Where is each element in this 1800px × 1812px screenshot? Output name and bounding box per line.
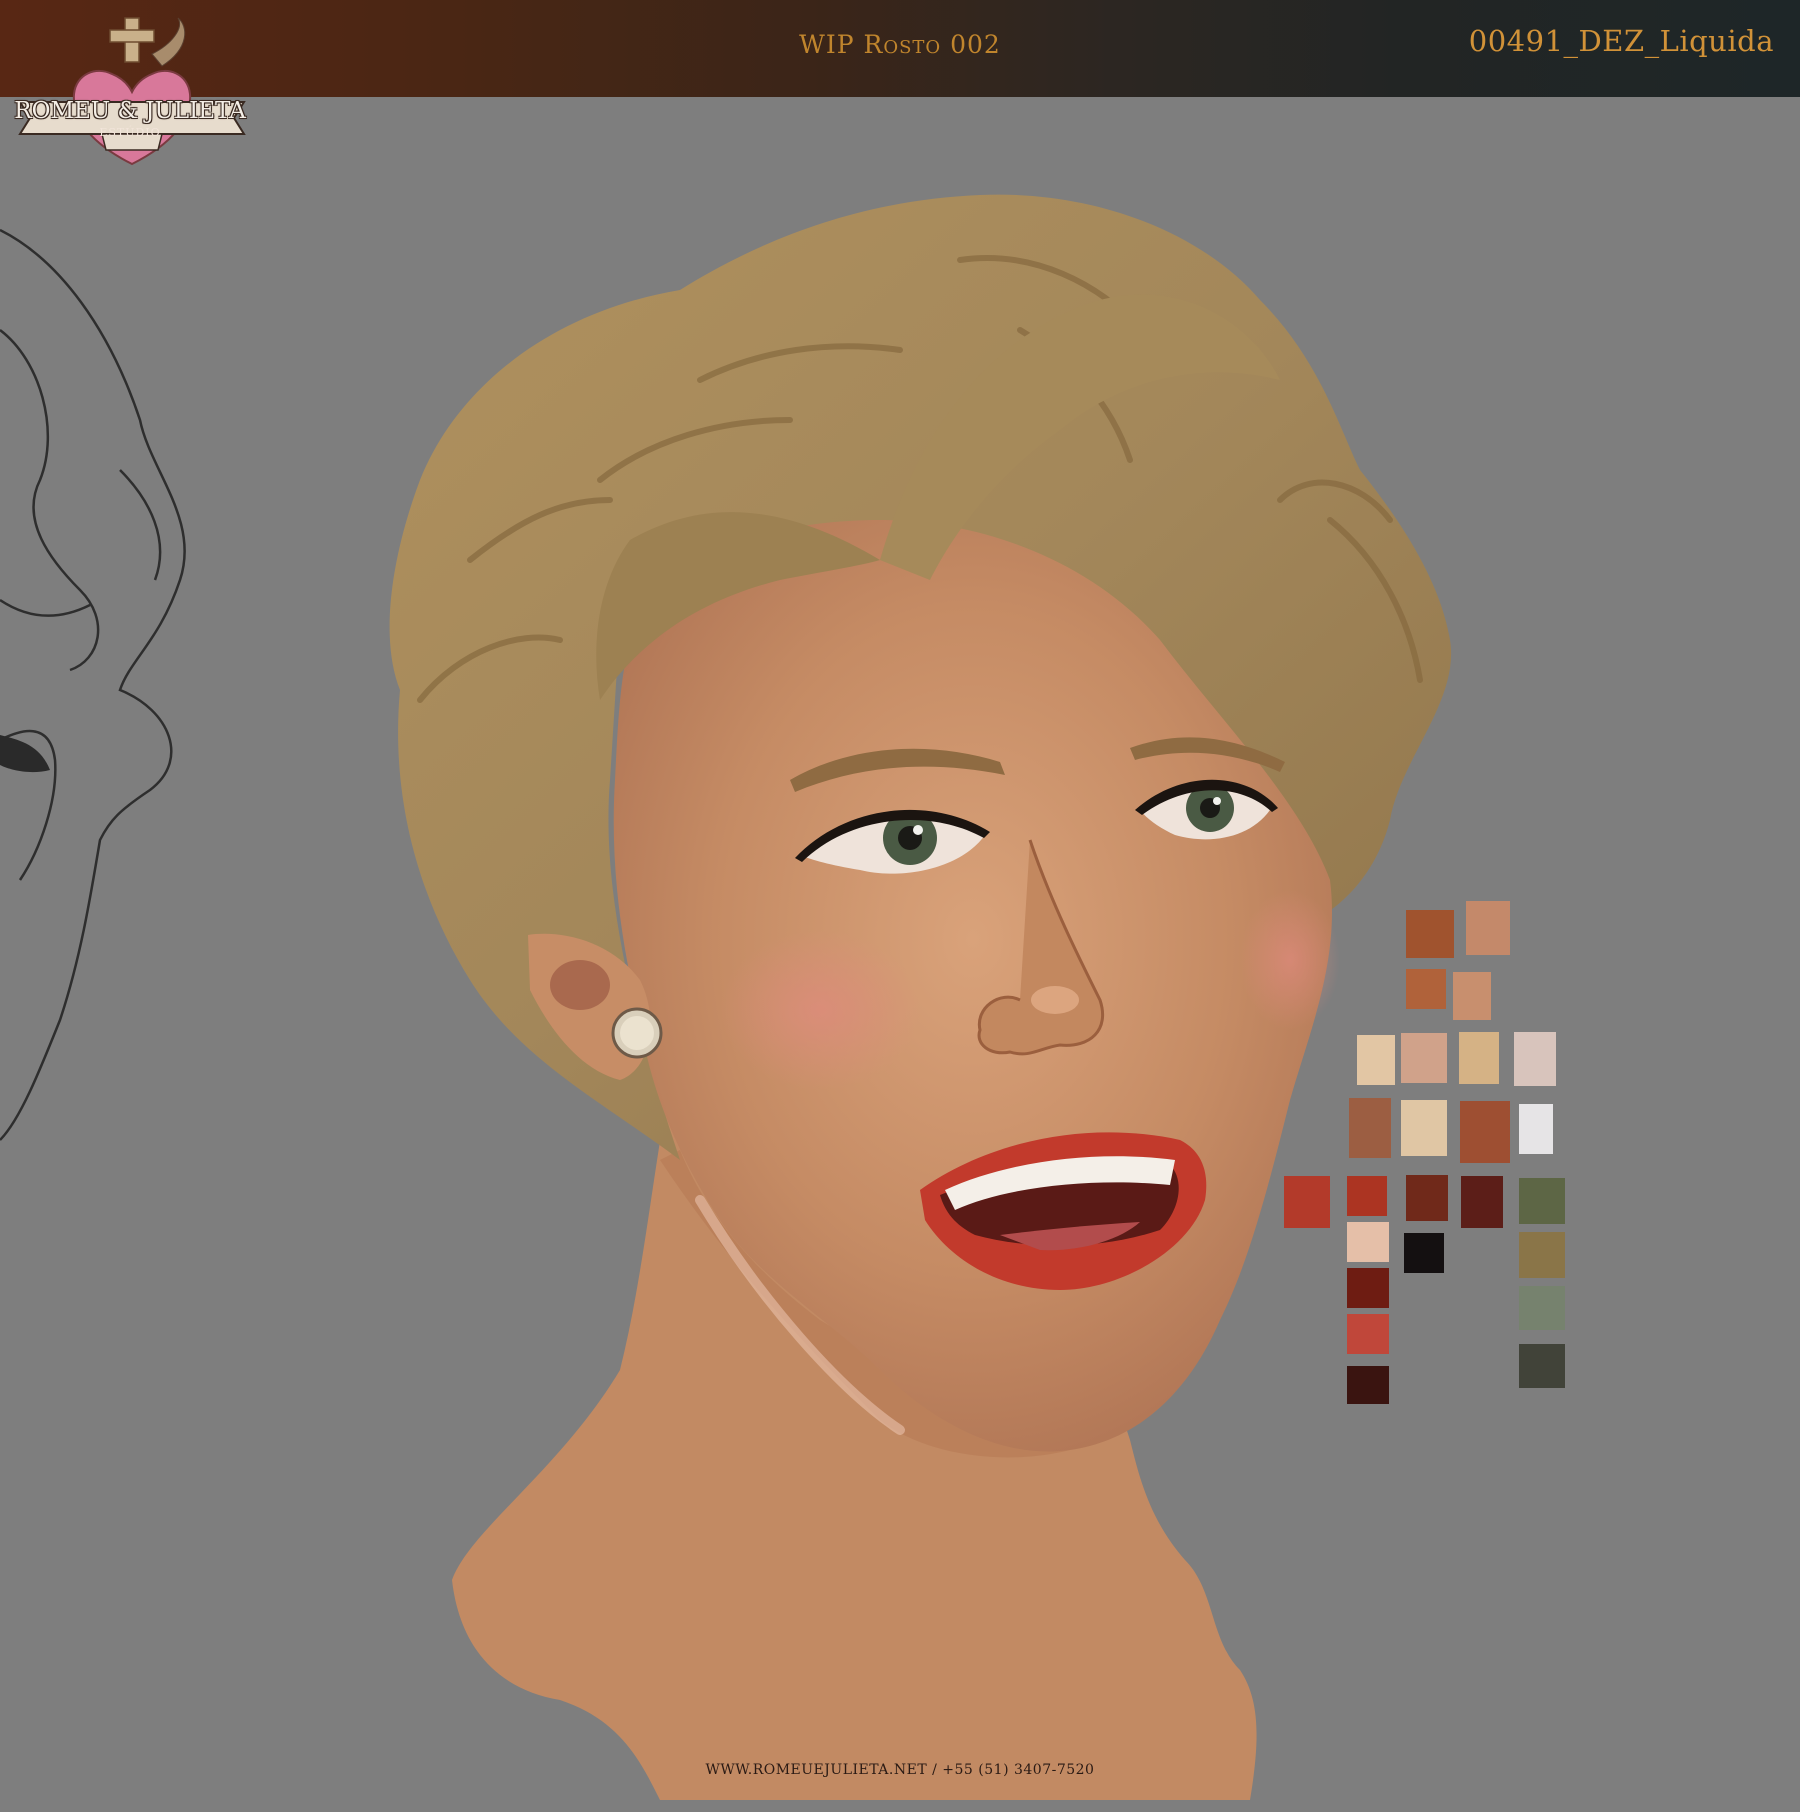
pencil-sketch bbox=[0, 228, 186, 1141]
logo-subtitle: ESTÚDIO bbox=[99, 126, 161, 139]
studio-logo bbox=[18, 17, 246, 166]
footer-contact: WWW.ROMEUEJULIETA.NET / +55 (51) 3407-75… bbox=[705, 1762, 1095, 1778]
portrait-artwork bbox=[0, 194, 1452, 1800]
sketch-lashes bbox=[0, 735, 50, 773]
header-bar: WIP Rosto 002 00491_DEZ_Liquida bbox=[0, 0, 1800, 97]
file-name: 00491_DEZ_Liquida bbox=[1468, 24, 1774, 58]
logo-name: ROMEU & JULIETA bbox=[14, 98, 246, 124]
